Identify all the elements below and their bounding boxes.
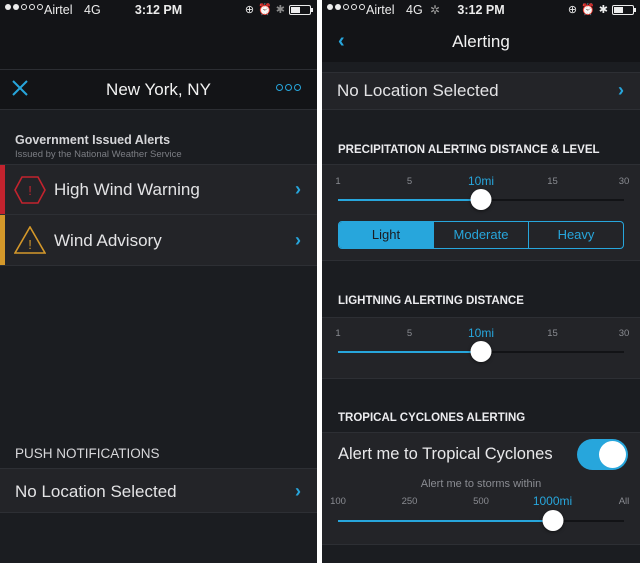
slider-tick-label: 15 <box>547 176 558 187</box>
bluetooth-icon: ✱ <box>275 4 285 16</box>
alert-label: High Wind Warning <box>54 180 200 199</box>
rotation-lock-icon: ⊕ <box>244 4 255 16</box>
lightning-header: LIGHTNING ALERTING DISTANCE <box>338 295 524 307</box>
warning-hexagon-icon: ! <box>14 176 46 204</box>
slider-thumb[interactable] <box>470 189 492 210</box>
push-notifications-header: PUSH NOTIFICATIONS <box>15 446 160 461</box>
slider-fill <box>338 520 553 522</box>
bluetooth-icon: ✱ <box>598 4 608 16</box>
slider-tick-label: 10mi <box>467 326 495 340</box>
push-location-label: No Location Selected <box>15 482 177 501</box>
gov-alerts-title: Government Issued Alerts <box>15 133 171 147</box>
slider-tick-label: 1000mi <box>532 494 573 508</box>
chevron-right-icon: › <box>295 481 301 501</box>
tropical-panel: Alert me to Tropical Cyclones Alert me t… <box>322 432 640 545</box>
slider-tick-label: 1 <box>335 176 341 187</box>
precipitation-slider[interactable] <box>338 189 624 210</box>
slider-tick-label: 5 <box>406 328 413 339</box>
svg-text:!: ! <box>28 183 32 198</box>
level-option-heavy[interactable]: Heavy <box>528 222 623 248</box>
warning-level-bar <box>0 165 5 214</box>
chevron-right-icon: › <box>618 80 624 100</box>
slider-tick-label: All <box>618 496 630 507</box>
slider-thumb[interactable] <box>542 510 563 531</box>
nav-bar: ‹ Alerting <box>322 22 640 62</box>
more-options-button[interactable] <box>276 84 301 91</box>
slider-tick-label: 30 <box>618 328 630 339</box>
gov-alerts-header: Government Issued Alerts Issued by the N… <box>15 133 182 160</box>
slider-fill <box>338 199 481 201</box>
level-option-moderate[interactable]: Moderate <box>433 222 528 248</box>
alarm-icon: ⏰ <box>258 4 272 16</box>
nav-bar: New York, NY <box>0 70 317 110</box>
precipitation-tick-labels: 1 5 10mi 15 30 <box>335 174 629 190</box>
alert-row-wind-advisory[interactable]: ! Wind Advisory › <box>0 215 317 266</box>
tropical-toggle[interactable] <box>577 439 628 470</box>
slider-tick-label: 5 <box>406 176 413 187</box>
page-title: New York, NY <box>106 80 211 99</box>
slider-tick-label: 30 <box>618 176 630 187</box>
level-option-light[interactable]: Light <box>339 222 433 248</box>
status-bar: Airtel 4G 3:12 PM ⊕ ⏰ ✱ <box>0 0 317 22</box>
slider-tick-label: 1 <box>335 328 341 339</box>
lightning-panel: 1 5 10mi 15 30 <box>322 317 640 379</box>
alert-label: Wind Advisory <box>54 231 162 250</box>
battery-icon <box>612 4 636 15</box>
toolbar-spacer <box>0 22 317 70</box>
slider-fill <box>338 351 481 353</box>
slider-tick-label: 10mi <box>467 174 495 188</box>
lightning-tick-labels: 1 5 10mi 15 30 <box>335 326 629 342</box>
location-alerts-screen: Airtel 4G 3:12 PM ⊕ ⏰ ✱ New York, NY Gov… <box>0 0 317 563</box>
lightning-slider[interactable] <box>338 341 624 362</box>
precipitation-panel: 1 5 10mi 15 30 Light Moderate Heavy <box>322 164 640 261</box>
push-location-row[interactable]: No Location Selected › <box>0 468 317 513</box>
rotation-lock-icon: ⊕ <box>567 4 578 16</box>
storms-within-caption: Alert me to storms within <box>420 478 542 490</box>
slider-tick-label: 250 <box>401 496 418 507</box>
chevron-right-icon: › <box>295 230 301 250</box>
advisory-triangle-icon: ! <box>14 226 46 254</box>
tropical-tick-labels: 100 250 500 1000mi All <box>330 494 629 510</box>
alarm-icon: ⏰ <box>581 4 595 16</box>
alerting-settings-screen: Airtel 4G ✲ 3:12 PM ⊕ ⏰ ✱ ‹ Alerting No … <box>322 0 640 563</box>
page-title: Alerting <box>452 32 510 51</box>
svg-text:!: ! <box>28 237 32 252</box>
tropical-header: TROPICAL CYCLONES ALERTING <box>338 412 526 424</box>
precipitation-header: PRECIPITATION ALERTING DISTANCE & LEVEL <box>338 144 600 156</box>
location-row[interactable]: No Location Selected › <box>322 72 640 110</box>
gov-alerts-subtitle: Issued by the National Weather Service <box>15 149 182 160</box>
battery-icon <box>289 4 313 15</box>
slider-tick-label: 100 <box>330 496 346 507</box>
advisory-level-bar <box>0 215 5 265</box>
slider-thumb[interactable] <box>470 341 492 362</box>
alert-row-high-wind-warning[interactable]: ! High Wind Warning › <box>0 164 317 215</box>
tropical-toggle-label: Alert me to Tropical Cyclones <box>338 445 553 463</box>
more-icon <box>276 84 283 91</box>
status-bar: Airtel 4G ✲ 3:12 PM ⊕ ⏰ ✱ <box>322 0 640 22</box>
slider-tick-label: 500 <box>473 496 489 507</box>
location-label: No Location Selected <box>337 81 499 100</box>
chevron-right-icon: › <box>295 179 301 199</box>
tropical-distance-slider[interactable] <box>338 510 624 531</box>
slider-tick-label: 15 <box>547 328 558 339</box>
precipitation-level-control[interactable]: Light Moderate Heavy <box>338 221 624 249</box>
